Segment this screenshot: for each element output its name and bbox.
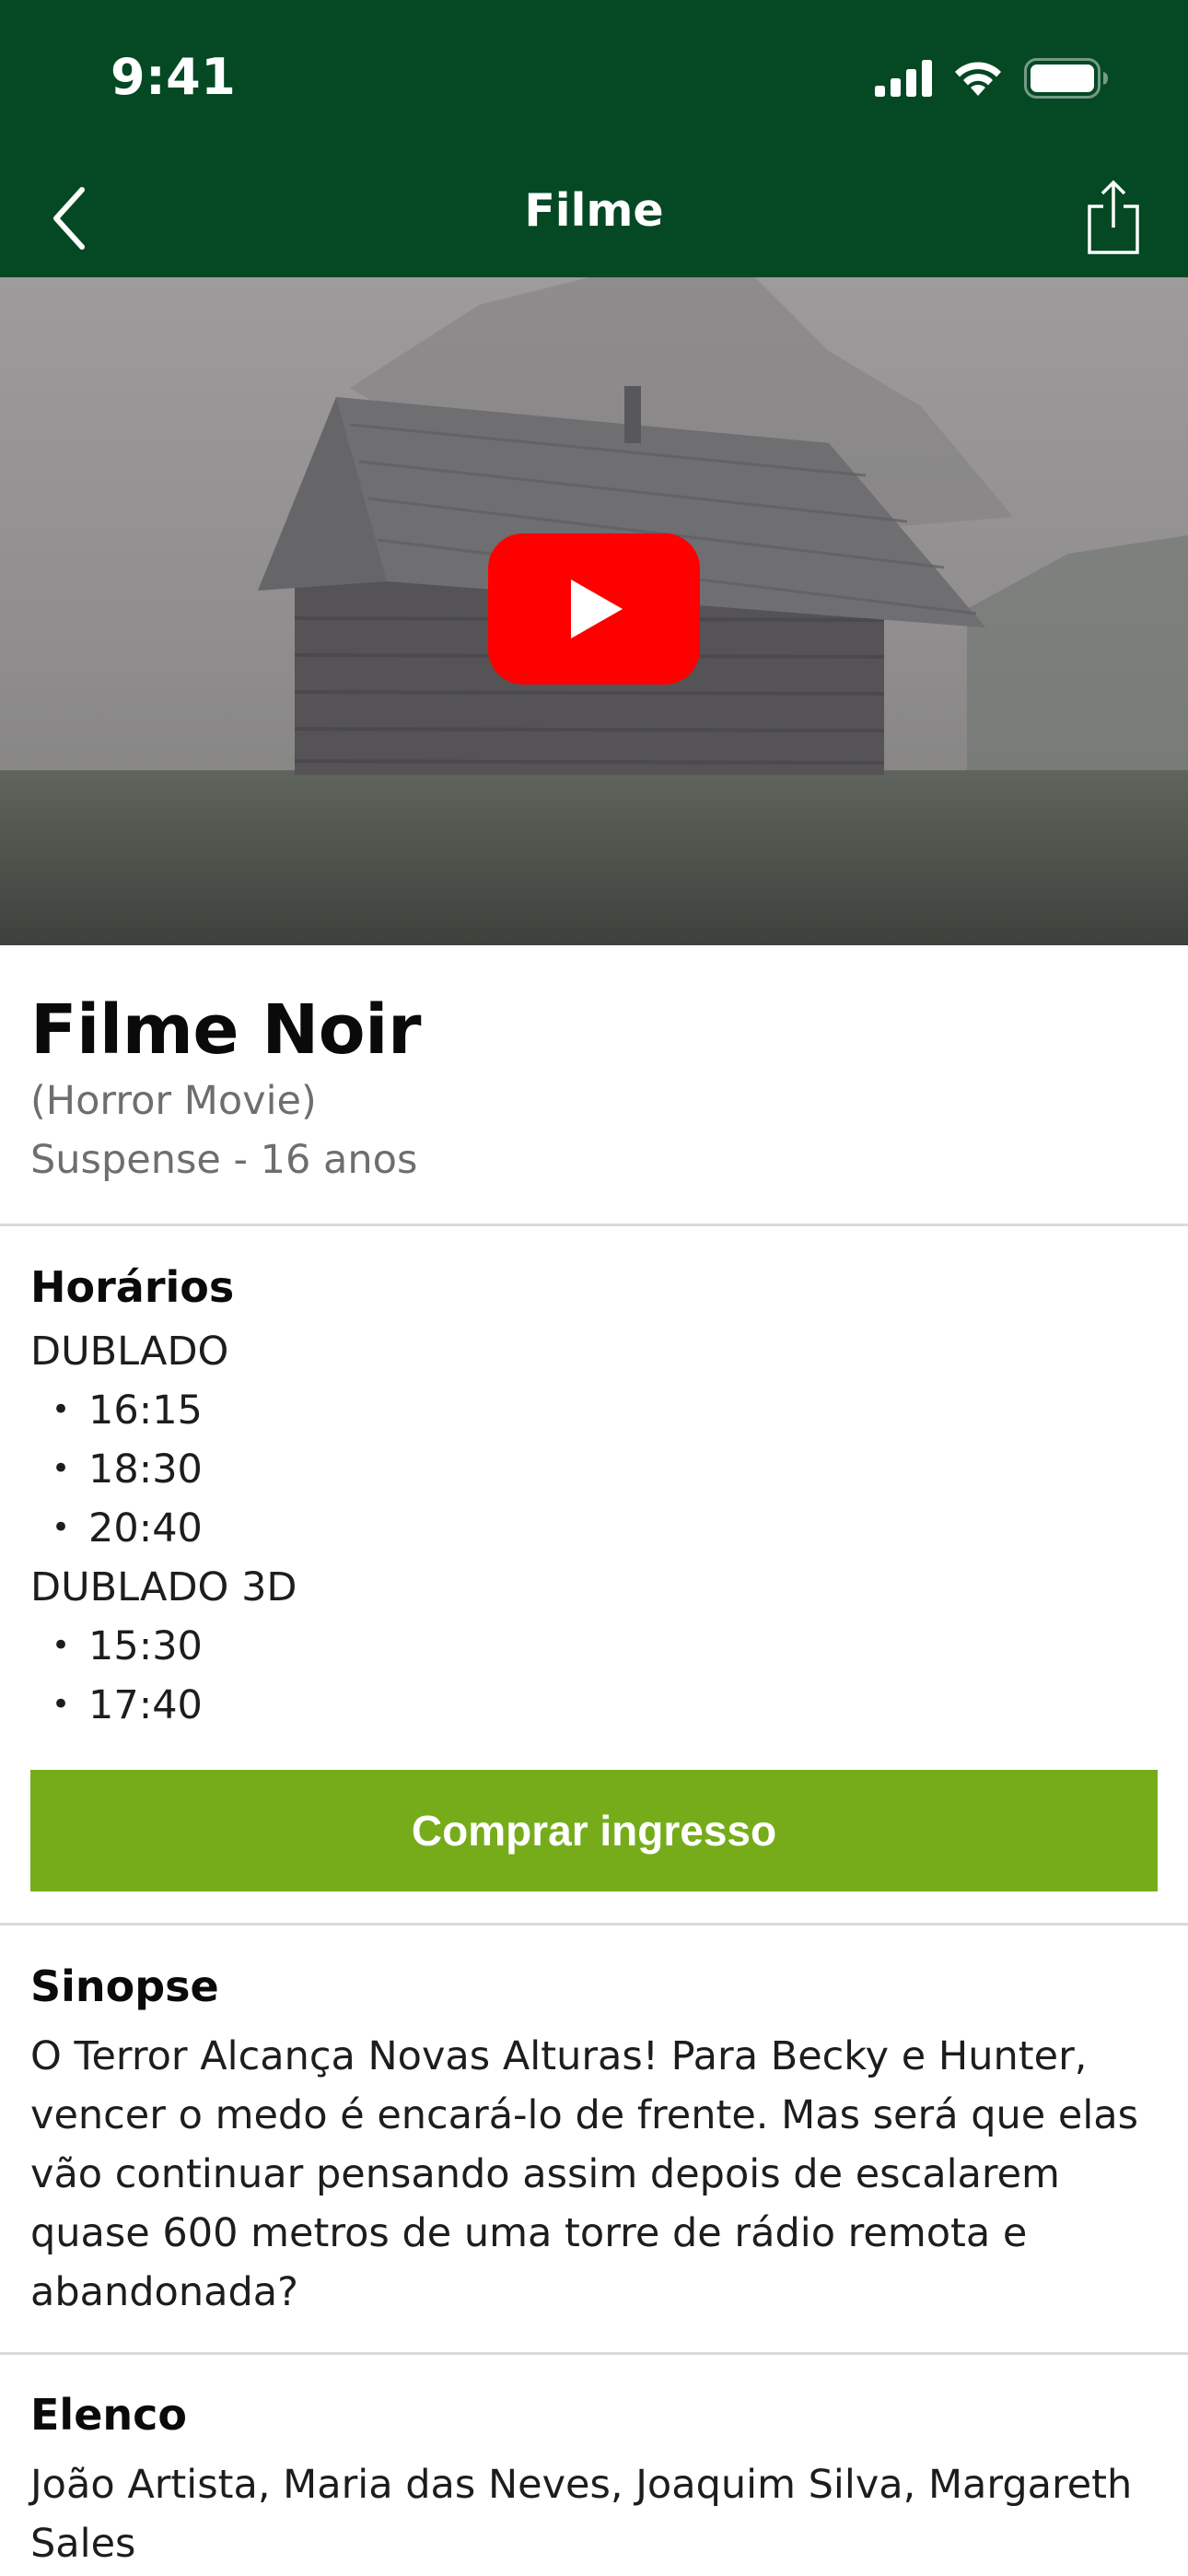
movie-original-title: (Horror Movie) — [30, 1078, 317, 1124]
divider — [0, 2352, 1188, 2355]
bullet: • — [52, 1627, 71, 1664]
cast-heading: Elenco — [30, 2390, 188, 2440]
showtime-time: 17:40 — [88, 1682, 203, 1728]
share-icon — [1088, 180, 1139, 254]
showtime-time: 18:30 — [88, 1446, 203, 1493]
showtime-item[interactable]: • 16:15 — [52, 1388, 203, 1434]
status-icons — [875, 57, 1109, 100]
signal-icon — [875, 60, 932, 97]
showtime-item[interactable]: • 17:40 — [52, 1682, 203, 1728]
movie-title: Filme Noir — [30, 990, 421, 1070]
showtime-time: 20:40 — [88, 1505, 203, 1551]
cast-text: João Artista, Maria das Neves, Joaquim S… — [30, 2462, 1133, 2567]
divider — [0, 1923, 1188, 1926]
showtime-time: 16:15 — [88, 1388, 203, 1434]
battery-icon — [1024, 58, 1108, 99]
movie-genre-rating: Suspense - 16 anos — [30, 1137, 418, 1183]
bullet: • — [52, 1509, 71, 1546]
bullet: • — [52, 1450, 71, 1487]
status-time: 9:41 — [111, 48, 237, 106]
showtime-time: 15:30 — [88, 1623, 203, 1669]
wifi-icon — [955, 62, 1001, 96]
buy-ticket-button[interactable]: Comprar ingresso — [30, 1770, 1158, 1891]
trailer-video[interactable] — [0, 277, 1188, 945]
bullet: • — [52, 1391, 71, 1428]
share-button[interactable] — [1081, 173, 1146, 262]
play-button[interactable] — [488, 533, 700, 685]
app-header: 9:41 Filme — [0, 0, 1188, 277]
synopsis-text: O Terror Alcança Novas Alturas! Para Bec… — [30, 2033, 1139, 2315]
showtime-type: DUBLADO — [30, 1329, 229, 1375]
showtimes-heading: Horários — [30, 1262, 235, 1312]
synopsis-heading: Sinopse — [30, 1961, 219, 2011]
showtime-item[interactable]: • 20:40 — [52, 1505, 203, 1551]
youtube-play-icon — [488, 533, 700, 685]
showtime-item[interactable]: • 15:30 — [52, 1623, 203, 1669]
status-bar: 9:41 — [0, 0, 1188, 157]
page-title: Filme — [524, 184, 664, 237]
divider — [0, 1224, 1188, 1226]
bullet: • — [52, 1686, 71, 1723]
showtime-item[interactable]: • 18:30 — [52, 1446, 203, 1493]
showtime-type: DUBLADO 3D — [30, 1564, 297, 1610]
nav-bar: Filme — [0, 157, 1188, 277]
